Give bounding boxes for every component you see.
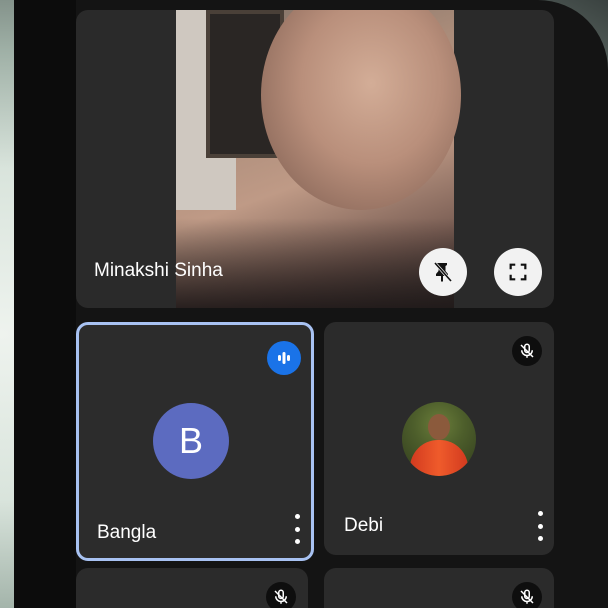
muted-indicator [266, 582, 296, 608]
more-options-button[interactable] [532, 511, 548, 541]
participant-tile-debi[interactable]: Debi [324, 322, 554, 555]
pinned-participant-tile[interactable]: Minakshi Sinha [76, 10, 554, 308]
avatar [402, 402, 476, 476]
more-vert-icon [537, 511, 543, 516]
fullscreen-button[interactable] [494, 248, 542, 296]
speaking-indicator [267, 341, 301, 375]
mic-off-icon [520, 589, 534, 604]
mic-off-icon [520, 343, 534, 358]
participant-name: Debi [344, 515, 384, 536]
more-vert-icon [294, 514, 300, 519]
muted-indicator [512, 582, 542, 608]
participant-tile[interactable] [324, 568, 554, 608]
more-options-button[interactable] [289, 514, 305, 544]
mic-off-icon [274, 589, 288, 604]
participant-tile-bangla[interactable]: B Bangla [76, 322, 314, 561]
muted-indicator [512, 336, 542, 366]
meeting-screen: Minakshi Sinha B Bangla Debi [14, 0, 608, 608]
audio-level-icon [278, 352, 290, 364]
participant-tile[interactable] [76, 568, 308, 608]
participant-name: Bangla [97, 522, 157, 543]
avatar: B [153, 403, 229, 479]
left-edge [14, 0, 76, 608]
unpin-button[interactable] [419, 248, 467, 296]
pin-off-icon [433, 262, 453, 282]
fullscreen-icon [509, 263, 527, 281]
participant-name: Minakshi Sinha [94, 260, 223, 281]
